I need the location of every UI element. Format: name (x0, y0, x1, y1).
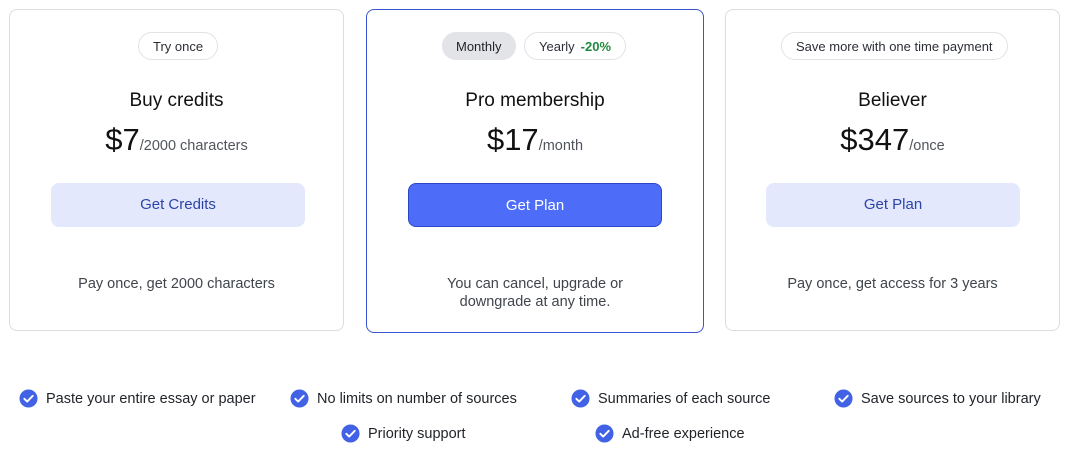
feature-label: No limits on number of sources (317, 390, 517, 407)
plan-title: Buy credits (129, 90, 224, 111)
price-unit: /2000 characters (139, 138, 248, 154)
feature-label: Priority support (368, 425, 466, 442)
get-credits-button[interactable]: Get Credits (51, 183, 305, 227)
price-unit: /once (909, 138, 945, 154)
check-circle-icon (595, 424, 614, 443)
plan-title: Believer (858, 90, 927, 111)
yearly-label: Yearly (539, 39, 575, 54)
check-circle-icon (571, 389, 590, 408)
feature-item: Save sources to your library (834, 389, 1041, 408)
feature-item: Priority support (341, 424, 466, 443)
plan-description: You can cancel, upgrade or downgrade at … (367, 275, 703, 311)
plan-description: Pay once, get access for 3 years (787, 276, 998, 292)
try-once-badge: Try once (138, 32, 219, 60)
check-circle-icon (290, 389, 309, 408)
check-circle-icon (341, 424, 360, 443)
plan-description: Pay once, get 2000 characters (78, 276, 275, 292)
billing-toggle-monthly[interactable]: Monthly (442, 32, 516, 60)
plan-card-believer: Save more with one time payment Believer… (725, 9, 1060, 331)
feature-item: Summaries of each source (571, 389, 770, 408)
plan-title: Pro membership (465, 90, 605, 111)
one-time-payment-badge: Save more with one time payment (781, 32, 1008, 60)
plan-price: $347/once (726, 122, 1059, 158)
check-circle-icon (834, 389, 853, 408)
description-line-2: downgrade at any time. (459, 294, 611, 310)
get-plan-button-pro[interactable]: Get Plan (408, 183, 662, 227)
feature-item: Paste your entire essay or paper (19, 389, 256, 408)
feature-label: Summaries of each source (598, 390, 771, 407)
plan-card-credits: Try once Buy credits $7/2000 characters … (9, 9, 344, 331)
description-line-1: You can cancel, upgrade or (446, 276, 623, 292)
price-amount: $347 (840, 122, 910, 157)
feature-label: Paste your entire essay or paper (46, 390, 256, 407)
plan-price: $7/2000 characters (10, 122, 343, 158)
plan-price: $17/month (367, 122, 703, 158)
feature-item: Ad-free experience (595, 424, 745, 443)
plan-card-pro: Monthly Yearly -20% Pro membership $17/mo… (366, 9, 704, 333)
get-plan-button-believer[interactable]: Get Plan (766, 183, 1020, 227)
price-amount: $17 (486, 122, 539, 157)
feature-label: Ad-free experience (622, 425, 745, 442)
price-unit: /month (538, 138, 584, 154)
check-circle-icon (19, 389, 38, 408)
discount-badge: -20% (580, 39, 612, 54)
billing-toggle-yearly[interactable]: Yearly -20% (524, 32, 627, 60)
feature-item: No limits on number of sources (290, 389, 517, 408)
price-amount: $7 (105, 122, 140, 157)
feature-label: Save sources to your library (861, 390, 1041, 407)
